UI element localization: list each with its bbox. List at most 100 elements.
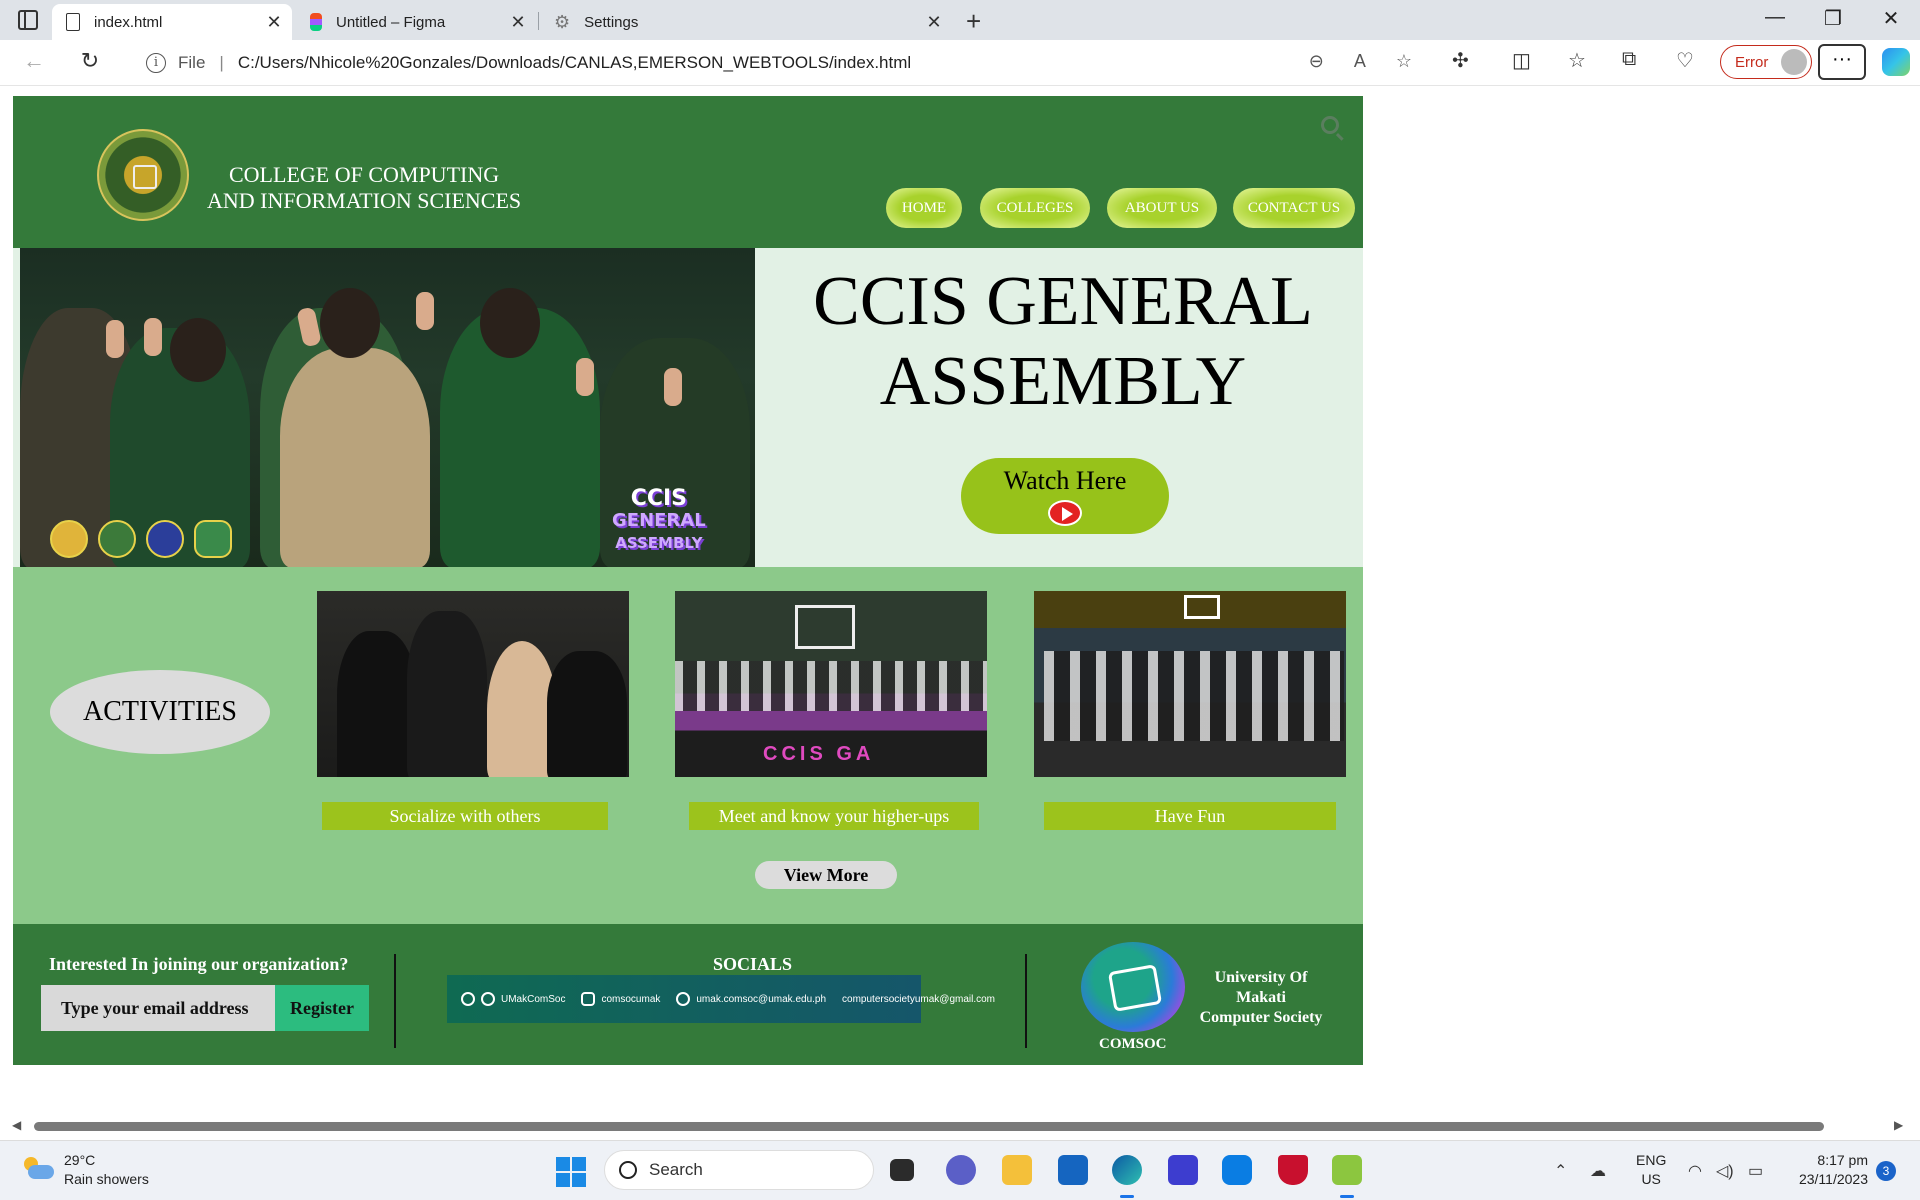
- favorite-star-icon[interactable]: ☆: [1396, 51, 1412, 72]
- weather-icon[interactable]: [22, 1153, 54, 1185]
- file-label: File: [178, 53, 206, 72]
- more-menu-icon[interactable]: ···: [1818, 44, 1866, 80]
- facebook-twitter-link[interactable]: UMakComSoc: [461, 992, 565, 1006]
- profile-error-button[interactable]: Error: [1720, 45, 1812, 79]
- new-tab-icon[interactable]: +: [966, 6, 981, 37]
- badge-line2: GENERAL: [612, 510, 706, 531]
- address-bar[interactable]: i File | C:/Users/Nhicole%20Gonzales/Dow…: [126, 44, 1426, 82]
- browser-essentials-icon[interactable]: ♡: [1676, 48, 1694, 73]
- badge-line1: CCIS: [630, 486, 688, 511]
- activity-photo-have-fun[interactable]: [1034, 591, 1346, 777]
- footer-divider: [1025, 954, 1027, 1048]
- mcafee-icon[interactable]: [1278, 1155, 1308, 1185]
- caption-socialize: Socialize with others: [322, 802, 608, 830]
- view-more-button[interactable]: View More: [755, 861, 897, 889]
- caption-higher-ups: Meet and know your higher-ups: [689, 802, 979, 830]
- file-explorer-icon[interactable]: [1002, 1155, 1032, 1185]
- scroll-right-icon[interactable]: ▶: [1894, 1118, 1903, 1132]
- close-window-icon[interactable]: ✕: [1868, 6, 1914, 31]
- nav-contact-us[interactable]: CONTACT US: [1233, 188, 1355, 228]
- watch-here-button[interactable]: Watch Here: [961, 458, 1169, 534]
- comsoc-logo: [1081, 942, 1185, 1032]
- nav-colleges[interactable]: COLLEGES: [980, 188, 1090, 228]
- weather-temp: 29°C: [64, 1152, 96, 1168]
- ccis-seal-icon: [98, 520, 136, 558]
- social-email: computersocietyumak@gmail.com: [842, 993, 996, 1005]
- back-icon[interactable]: ←: [18, 48, 50, 74]
- visual-studio-icon[interactable]: [1168, 1155, 1198, 1185]
- language-indicator[interactable]: ENG US: [1636, 1151, 1666, 1189]
- lang-code: ENG: [1636, 1152, 1667, 1168]
- notification-badge[interactable]: 3: [1876, 1161, 1896, 1181]
- clock[interactable]: 8:17 pm 23/11/2023: [1788, 1151, 1868, 1189]
- horizontal-scrollbar[interactable]: ◀ ▶: [0, 1118, 1920, 1134]
- search-icon[interactable]: [1321, 116, 1339, 134]
- gmail-link[interactable]: computersocietyumak@gmail.com: [842, 994, 995, 1005]
- nav-home[interactable]: HOME: [886, 188, 962, 228]
- file-icon: [66, 13, 80, 31]
- start-icon[interactable]: [556, 1157, 586, 1187]
- tab-label: Untitled – Figma: [336, 13, 446, 31]
- hero-section: CCIS GENERAL ASSEMBLY CCIS GENERAL ASSEM…: [13, 248, 1363, 567]
- close-tab-icon[interactable]: ✕: [922, 12, 946, 33]
- onedrive-icon[interactable]: ☁: [1590, 1161, 1606, 1181]
- tab-index-html[interactable]: index.html ✕: [52, 4, 292, 40]
- gear-icon: ⚙: [554, 12, 571, 32]
- cortana-icon[interactable]: [1222, 1155, 1252, 1185]
- address-separator: |: [219, 53, 224, 72]
- refresh-icon[interactable]: ↻: [74, 48, 106, 74]
- battery-icon[interactable]: ▭: [1748, 1161, 1763, 1181]
- tab-label: Settings: [584, 13, 639, 31]
- umak-line2: Makati: [1236, 989, 1286, 1006]
- extensions-icon[interactable]: ✣: [1452, 48, 1469, 73]
- split-screen-icon[interactable]: ◫: [1512, 48, 1531, 73]
- collections-icon[interactable]: ⧉: [1622, 48, 1636, 71]
- instagram-icon: [581, 992, 596, 1006]
- scroll-left-icon[interactable]: ◀: [12, 1118, 21, 1132]
- register-button[interactable]: Register: [275, 985, 369, 1031]
- tab-actions-icon[interactable]: [18, 10, 38, 30]
- tab-settings[interactable]: ⚙ Settings ✕: [540, 4, 952, 40]
- watch-here-label: Watch Here: [1003, 466, 1127, 495]
- instagram-link[interactable]: comsocumak: [581, 992, 660, 1006]
- copilot-icon[interactable]: [1882, 48, 1910, 76]
- tab-figma[interactable]: Untitled – Figma ✕: [296, 4, 536, 40]
- store-icon[interactable]: [1058, 1155, 1088, 1185]
- tab-divider: [538, 12, 539, 30]
- url-text[interactable]: C:/Users/Nhicole%20Gonzales/Downloads/CA…: [238, 53, 911, 73]
- taskbar-search[interactable]: Search: [604, 1150, 874, 1190]
- close-tab-icon[interactable]: ✕: [506, 12, 530, 33]
- teams-icon[interactable]: [946, 1155, 976, 1185]
- show-hidden-icons[interactable]: ⌃: [1554, 1161, 1567, 1181]
- zoom-icon[interactable]: ⊖: [1309, 51, 1324, 72]
- favorites-icon[interactable]: ☆: [1568, 48, 1586, 73]
- restore-icon[interactable]: ❐: [1810, 6, 1856, 31]
- email-field[interactable]: Type your email address: [41, 985, 275, 1031]
- task-view-icon[interactable]: [890, 1159, 914, 1181]
- volume-icon[interactable]: ◁): [1716, 1161, 1734, 1181]
- wifi-icon[interactable]: ◠: [1688, 1161, 1702, 1181]
- error-label: Error: [1735, 53, 1769, 71]
- college-name-line2: AND INFORMATION SCIENCES: [207, 188, 522, 213]
- activity-photo-socialize[interactable]: [317, 591, 629, 777]
- college-name: COLLEGE OF COMPUTING AND INFORMATION SCI…: [207, 162, 521, 214]
- email-link[interactable]: umak.comsoc@umak.edu.ph: [676, 992, 826, 1006]
- nav-about-us[interactable]: ABOUT US: [1107, 188, 1217, 228]
- activities-section: ACTIVITIES CCIS GA Socialize with others…: [13, 567, 1363, 924]
- close-tab-icon[interactable]: ✕: [262, 12, 286, 33]
- minimize-icon[interactable]: —: [1752, 6, 1798, 29]
- scrollbar-thumb[interactable]: [34, 1122, 1824, 1131]
- activity-photo-higher-ups[interactable]: CCIS GA: [675, 591, 987, 777]
- edge-icon[interactable]: [1112, 1155, 1142, 1198]
- badge-line3: ASSEMBLY: [615, 534, 703, 552]
- weather-widget[interactable]: 29°C Rain showers: [64, 1151, 149, 1189]
- lang-region: US: [1641, 1171, 1661, 1187]
- org-seal-icon: [146, 520, 184, 558]
- ccis-ga-banner: CCIS GA: [763, 743, 875, 765]
- umak-line3: Computer Society: [1199, 1009, 1323, 1026]
- read-aloud-icon[interactable]: A: [1354, 51, 1366, 72]
- browser-toolbar: ← ↻ i File | C:/Users/Nhicole%20Gonzales…: [0, 40, 1920, 86]
- notepad-plus-icon[interactable]: [1332, 1155, 1362, 1198]
- info-icon[interactable]: i: [146, 53, 166, 73]
- join-question: Interested In joining our organization?: [49, 954, 349, 974]
